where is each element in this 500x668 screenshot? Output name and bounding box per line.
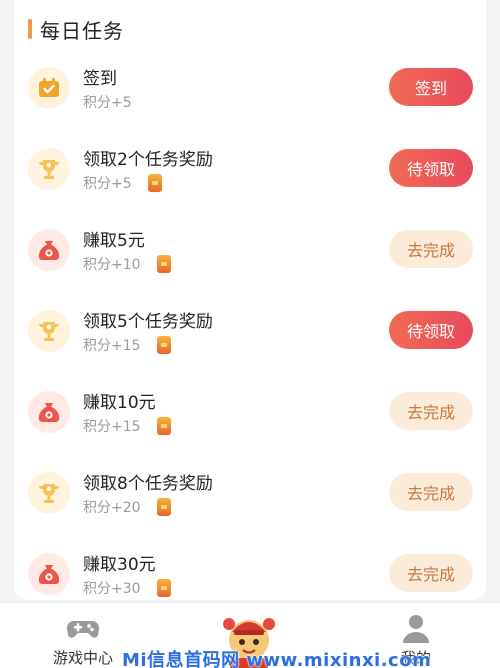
trophy-icon	[38, 160, 60, 179]
money-bag-icon	[38, 565, 60, 584]
red-envelope-badge-icon	[156, 255, 171, 273]
red-envelope-badge-icon	[147, 174, 162, 192]
task-points: 积分+10	[83, 257, 141, 273]
task-icon-wrap	[28, 148, 70, 190]
task-points: 积分+5	[83, 95, 132, 111]
daily-tasks-card: 每日任务 签到 积分+5 签到 领取2个任务奖励 积分+5 待领取 赚取5元 积…	[14, 0, 486, 600]
task-subline: 积分+20	[83, 497, 171, 517]
task-icon-wrap	[28, 553, 70, 595]
task-points: 积分+20	[83, 500, 141, 516]
task-row-7: 赚取30元 积分+30 去完成	[14, 544, 486, 606]
task-row-2: 领取2个任务奖励 积分+5 待领取	[14, 139, 486, 201]
task-name: 领取8个任务奖励	[83, 474, 213, 494]
task-icon-wrap	[28, 229, 70, 271]
task-action-button[interactable]: 待领取	[389, 311, 473, 349]
task-icon-wrap	[28, 391, 70, 433]
task-action-button[interactable]: 签到	[389, 68, 473, 106]
task-points: 积分+5	[83, 176, 132, 192]
task-subline: 积分+30	[83, 578, 171, 598]
red-envelope-badge-icon	[156, 498, 171, 516]
task-row-5: 赚取10元 积分+15 去完成	[14, 382, 486, 444]
money-bag-icon	[38, 403, 60, 422]
trophy-icon	[38, 322, 60, 341]
red-envelope-badge-icon	[156, 417, 171, 435]
task-row-3: 赚取5元 积分+10 去完成	[14, 220, 486, 282]
task-name: 领取2个任务奖励	[83, 150, 213, 170]
task-icon-wrap	[28, 310, 70, 352]
task-name: 赚取10元	[83, 393, 156, 413]
task-action-button[interactable]: 去完成	[389, 554, 473, 592]
section-title: 每日任务	[40, 18, 124, 43]
task-icon-wrap	[28, 67, 70, 109]
task-subline: 积分+5	[83, 92, 132, 112]
task-icon-wrap	[28, 472, 70, 514]
task-row-6: 领取8个任务奖励 积分+20 去完成	[14, 463, 486, 525]
calendar-check-icon	[39, 78, 59, 97]
trophy-icon	[38, 484, 60, 503]
task-points: 积分+30	[83, 581, 141, 597]
task-points: 积分+15	[83, 419, 141, 435]
red-envelope-badge-icon	[156, 579, 171, 597]
section-accent-bar	[28, 19, 32, 39]
task-action-button[interactable]: 去完成	[389, 230, 473, 268]
task-points: 积分+15	[83, 338, 141, 354]
watermark-text: Mi信息首码网 www.mixinxi.com	[122, 650, 432, 668]
task-action-button[interactable]: 去完成	[389, 392, 473, 430]
task-subline: 积分+15	[83, 416, 171, 436]
task-subline: 积分+15	[83, 335, 171, 355]
task-action-button[interactable]: 待领取	[389, 149, 473, 187]
gamepad-icon	[66, 620, 100, 638]
section-header: 每日任务	[28, 14, 124, 44]
money-bag-icon	[38, 241, 60, 260]
red-envelope-badge-icon	[156, 336, 171, 354]
task-name: 签到	[83, 69, 117, 89]
user-icon	[403, 615, 429, 643]
task-action-button[interactable]: 去完成	[389, 473, 473, 511]
task-row-1: 签到 积分+5 签到	[14, 58, 486, 120]
task-row-4: 领取5个任务奖励 积分+15 待领取	[14, 301, 486, 363]
task-subline: 积分+10	[83, 254, 171, 274]
task-name: 赚取30元	[83, 555, 156, 575]
task-name: 赚取5元	[83, 231, 145, 251]
task-subline: 积分+5	[83, 173, 162, 193]
task-name: 领取5个任务奖励	[83, 312, 213, 332]
